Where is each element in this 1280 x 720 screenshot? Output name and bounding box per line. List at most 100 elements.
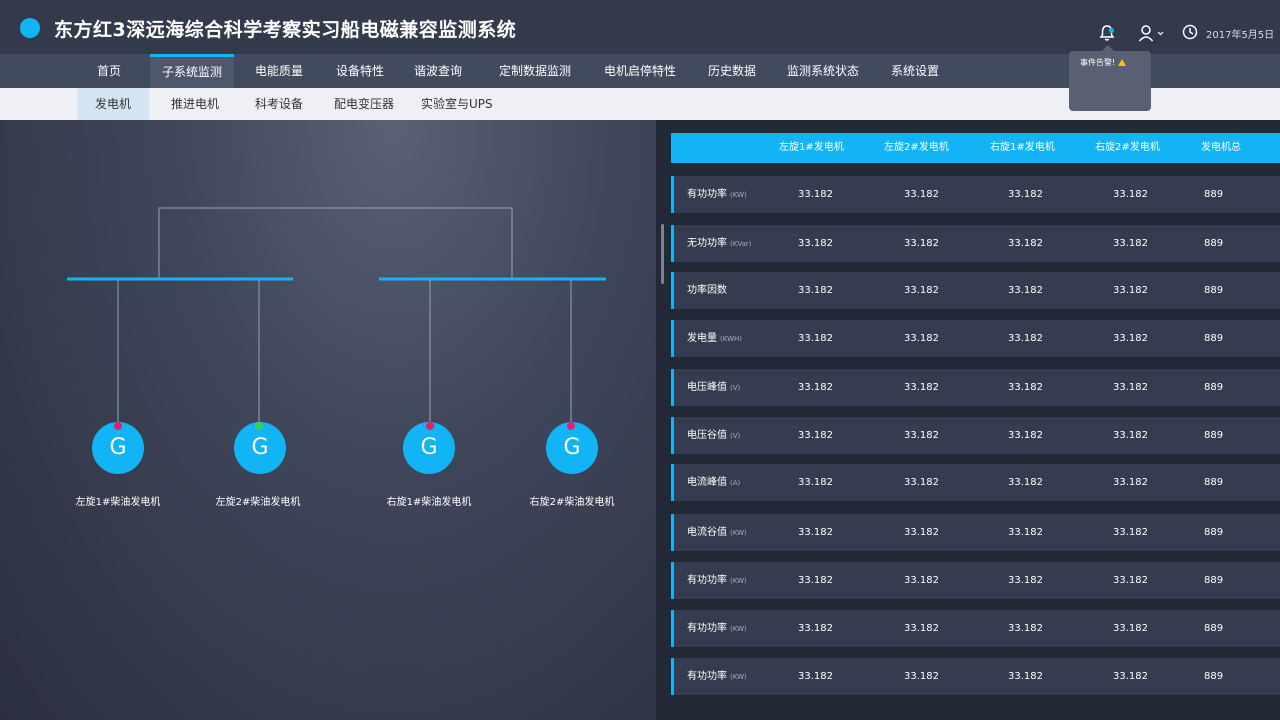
table-cell: 33.182 <box>1008 527 1043 538</box>
table-row[interactable]: 电压峰值 (V) 33.182 33.182 33.182 33.182 889 <box>671 369 1280 406</box>
row-unit: (KW) <box>730 625 747 633</box>
table-cell: 33.182 <box>904 189 939 200</box>
generator-4-icon[interactable]: G <box>546 422 598 474</box>
table-cell: 33.182 <box>1113 238 1148 249</box>
table-header: 左旋1#发电机 左旋2#发电机 右旋1#发电机 右旋2#发电机 发电机总 <box>671 133 1280 163</box>
table-cell: 889 <box>1204 575 1224 586</box>
table-cell: 33.182 <box>1113 477 1148 488</box>
table-cell: 889 <box>1204 477 1224 488</box>
table-cell: 33.182 <box>904 382 939 393</box>
row-unit: (KW) <box>730 577 747 585</box>
table-row[interactable]: 功率因数 33.182 33.182 33.182 33.182 889 <box>671 272 1280 309</box>
table-row[interactable]: 有功功率 (KW) 33.182 33.182 33.182 33.182 889 <box>671 562 1280 599</box>
column-header: 右旋1#发电机 <box>990 142 1055 153</box>
table-cell: 889 <box>1204 527 1224 538</box>
row-label: 电流谷值 (KW) <box>687 514 747 551</box>
row-label: 有功功率 (KW) <box>687 562 747 599</box>
table-cell: 33.182 <box>904 527 939 538</box>
row-label-text: 功率因数 <box>687 285 727 296</box>
row-unit: (KW) <box>730 191 747 199</box>
table-row[interactable]: 电压谷值 (V) 33.182 33.182 33.182 33.182 889 <box>671 417 1280 454</box>
table-cell: 33.182 <box>904 285 939 296</box>
table-cell: 33.182 <box>1008 477 1043 488</box>
nav-system-settings[interactable]: 系统设置 <box>891 54 939 88</box>
generator-2-icon[interactable]: G <box>234 422 286 474</box>
table-cell: 889 <box>1204 333 1224 344</box>
nav-system-status[interactable]: 监测系统状态 <box>787 54 859 88</box>
notification-dot <box>1109 28 1114 33</box>
table-cell: 889 <box>1204 430 1224 441</box>
table-row[interactable]: 电流谷值 (KW) 33.182 33.182 33.182 33.182 889 <box>671 514 1280 551</box>
row-label: 功率因数 <box>687 272 730 309</box>
row-label: 有功功率 (KW) <box>687 658 747 695</box>
row-unit: (KW) <box>730 529 747 537</box>
scrollbar[interactable] <box>661 224 664 284</box>
row-label: 电流峰值 (A) <box>687 464 740 501</box>
generator-3-icon[interactable]: G <box>403 422 455 474</box>
table-cell: 33.182 <box>1008 430 1043 441</box>
generator-4-symbol: G <box>563 435 581 460</box>
alert-text-wrap: 事件告警! <box>1080 57 1127 68</box>
row-unit: (V) <box>730 432 741 440</box>
table-cell: 33.182 <box>1008 189 1043 200</box>
table-cell: 33.182 <box>904 333 939 344</box>
row-label-text: 有功功率 <box>687 189 727 200</box>
table-cell: 33.182 <box>1008 333 1043 344</box>
row-unit: (KW) <box>730 673 747 681</box>
single-line-diagram <box>67 207 606 424</box>
generator-1-icon[interactable]: G <box>92 422 144 474</box>
row-label: 有功功率 (KW) <box>687 610 747 647</box>
row-label-text: 有功功率 <box>687 575 727 586</box>
table-cell: 33.182 <box>904 430 939 441</box>
table-cell: 33.182 <box>1113 527 1148 538</box>
row-label-text: 电压峰值 <box>687 382 727 393</box>
table-cell: 33.182 <box>904 671 939 682</box>
row-unit: (KVar) <box>730 240 752 248</box>
row-label-text: 有功功率 <box>687 671 727 682</box>
table-cell: 33.182 <box>1113 671 1148 682</box>
row-unit: (A) <box>730 479 741 487</box>
table-cell: 889 <box>1204 189 1224 200</box>
column-header: 右旋2#发电机 <box>1095 142 1160 153</box>
row-label-text: 无功功率 <box>687 238 727 249</box>
table-cell: 33.182 <box>904 575 939 586</box>
table-cell: 33.182 <box>1008 671 1043 682</box>
table-cell: 33.182 <box>798 285 833 296</box>
row-unit: (V) <box>730 384 741 392</box>
table-cell: 33.182 <box>1113 575 1148 586</box>
table-cell: 33.182 <box>1008 382 1043 393</box>
table-row[interactable]: 有功功率 (KW) 33.182 33.182 33.182 33.182 889 <box>671 658 1280 695</box>
alert-popup[interactable]: 事件告警! <box>1069 45 1151 111</box>
generator-4-label: 右旋2#柴油发电机 <box>529 497 615 508</box>
user-icon[interactable] <box>1138 24 1164 42</box>
row-label: 有功功率 (KW) <box>687 176 747 213</box>
table-cell: 889 <box>1204 382 1224 393</box>
table-cell: 33.182 <box>904 477 939 488</box>
table-cell: 33.182 <box>798 238 833 249</box>
table-row[interactable]: 有功功率 (KW) 33.182 33.182 33.182 33.182 889 <box>671 176 1280 213</box>
row-label-text: 电流谷值 <box>687 527 727 538</box>
column-header: 发电机总 <box>1201 142 1241 153</box>
table-row[interactable]: 发电量 (KWH) 33.182 33.182 33.182 33.182 889 <box>671 320 1280 357</box>
table-cell: 33.182 <box>798 333 833 344</box>
nav-history-data[interactable]: 历史数据 <box>708 54 756 88</box>
table-cell: 33.182 <box>798 671 833 682</box>
row-label: 电压峰值 (V) <box>687 369 740 406</box>
row-label: 无功功率 (KVar) <box>687 225 751 262</box>
table-cell: 33.182 <box>1008 575 1043 586</box>
generator-3-label: 右旋1#柴油发电机 <box>386 497 472 508</box>
table-cell: 889 <box>1204 285 1224 296</box>
current-date: 2017年5月5日 <box>1206 30 1275 41</box>
table-cell: 33.182 <box>904 623 939 634</box>
row-label: 电压谷值 (V) <box>687 417 740 454</box>
row-label-text: 电流峰值 <box>687 477 727 488</box>
bell-icon[interactable] <box>1099 24 1115 42</box>
row-label-text: 电压谷值 <box>687 430 727 441</box>
table-cell: 33.182 <box>1113 189 1148 200</box>
table-row[interactable]: 有功功率 (KW) 33.182 33.182 33.182 33.182 889 <box>671 610 1280 647</box>
table-row[interactable]: 电流峰值 (A) 33.182 33.182 33.182 33.182 889 <box>671 464 1280 501</box>
table-cell: 33.182 <box>798 527 833 538</box>
table-row[interactable]: 无功功率 (KVar) 33.182 33.182 33.182 33.182 889 <box>671 225 1280 262</box>
table-cell: 33.182 <box>1113 382 1148 393</box>
table-cell: 33.182 <box>1008 623 1043 634</box>
